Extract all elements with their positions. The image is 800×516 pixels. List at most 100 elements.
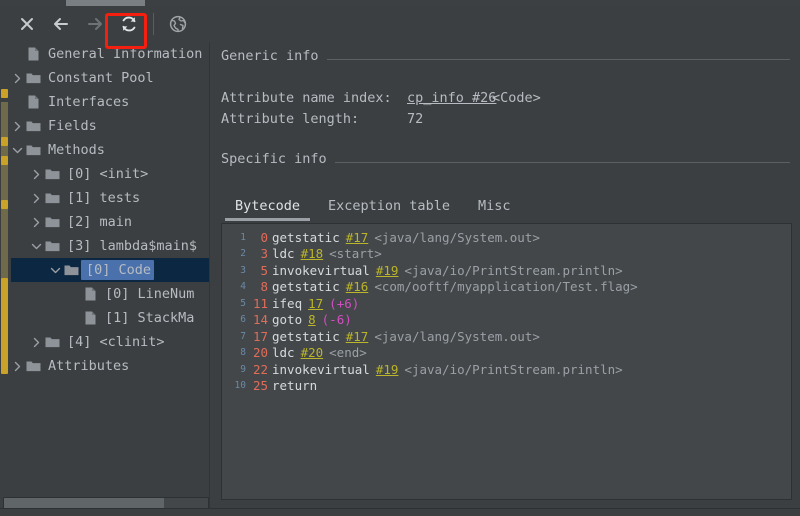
bytecode-line: 5 11 ifeq 17 (+6) <box>224 295 791 312</box>
bytecode-offset: 14 <box>252 312 268 328</box>
tree-item-general-information[interactable]: General Information <box>11 42 209 66</box>
panel-splitter[interactable] <box>209 42 210 509</box>
bytecode-descriptor: <java/lang/System.out> <box>374 328 540 344</box>
folder-icon <box>43 330 62 354</box>
folder-icon <box>24 114 43 138</box>
bytecode-line: 1 0 getstatic #17 <java/lang/System.out> <box>224 229 791 246</box>
generic-info-section-header: Generic info <box>214 48 800 70</box>
bytecode-line: 6 14 goto 8 (-6) <box>224 312 791 329</box>
bytecode-offset: 0 <box>260 229 268 245</box>
tree-item-fields[interactable]: Fields <box>11 114 209 138</box>
bytecode-descriptor: <java/io/PrintStream.println> <box>404 361 623 377</box>
attribute-length-value: 72 <box>407 111 424 127</box>
tree-item-label-wrap: Attributes <box>43 356 132 376</box>
tree-item-label-wrap: Constant Pool <box>43 68 157 88</box>
tab-misc[interactable]: Misc <box>464 191 525 221</box>
bytecode-line: 7 17 getstatic #17 <java/lang/System.out> <box>224 328 791 345</box>
tree-expander-empty <box>68 282 81 306</box>
tree-expander-empty <box>11 90 24 114</box>
attribute-detail-panel: Generic info Attribute name index: cp_in… <box>214 42 800 508</box>
bytecode-reference-link[interactable]: #16 <box>346 279 369 294</box>
folder-icon <box>43 210 62 234</box>
classfile-viewer-window: General Information Constant Pool Interfac… <box>0 0 800 516</box>
attribute-name-index-row: Attribute name index: cp_info #26 <Code> <box>214 90 800 111</box>
attribute-length-label: Attribute length: <box>221 111 360 127</box>
chevron-down-icon[interactable] <box>11 138 24 162</box>
bytecode-line-number: 7 <box>240 330 246 342</box>
folder-icon <box>24 354 43 378</box>
bytecode-descriptor: <java/io/PrintStream.println> <box>404 262 623 278</box>
globe-icon[interactable] <box>161 9 195 39</box>
tree-item-1-stackma[interactable]: [1] StackMa <box>11 306 209 330</box>
file-icon <box>81 282 100 306</box>
folder-icon <box>43 162 62 186</box>
file-icon <box>24 42 43 66</box>
bytecode-jump-delta: (-6) <box>321 312 352 328</box>
bytecode-line-number: 2 <box>240 248 246 260</box>
bytecode-line-number: 10 <box>234 380 246 392</box>
tree-item-label: Interfaces <box>48 94 130 110</box>
chevron-right-icon[interactable] <box>11 66 24 90</box>
tree-item-label: General Information <box>48 46 203 62</box>
reload-icon[interactable] <box>112 9 146 39</box>
bytecode-reference-link[interactable]: #19 <box>376 362 399 377</box>
classfile-tree[interactable]: General Information Constant Pool Interfac… <box>11 42 209 497</box>
tree-item-label: [1] StackMa <box>105 310 195 326</box>
bytecode-listing[interactable]: 1 0 getstatic #17 <java/lang/System.out> 2 3 ld… <box>221 223 792 500</box>
tree-marker-gutter[interactable] <box>0 42 11 497</box>
bytecode-descriptor: <java/lang/System.out> <box>374 229 540 245</box>
tree-item-methods[interactable]: Methods <box>11 138 209 162</box>
folder-icon <box>43 186 62 210</box>
tree-item-label: [0] Code <box>86 262 152 278</box>
bytecode-offset: 17 <box>252 328 268 344</box>
toolbar <box>0 6 800 49</box>
chevron-down-icon[interactable] <box>49 258 62 282</box>
bytecode-reference-link[interactable]: #17 <box>346 329 369 344</box>
tree-item-3-lambda-main[interactable]: [3] lambda$main$ <box>11 234 209 258</box>
bytecode-reference-link[interactable]: 17 <box>308 296 323 311</box>
tab-exception-table[interactable]: Exception table <box>314 191 464 221</box>
chevron-right-icon[interactable] <box>30 162 43 186</box>
specific-info-title: Specific info <box>221 151 335 167</box>
tree-item-0-init[interactable]: [0] <init> <box>11 162 209 186</box>
tree-item-label: Constant Pool <box>48 70 154 86</box>
detail-tabs[interactable]: Bytecode Exception table Misc <box>221 189 524 221</box>
tree-item-0-linenum[interactable]: [0] LineNum <box>11 282 209 306</box>
tree-item-label-wrap: Interfaces <box>43 92 132 112</box>
tree-item-0-code[interactable]: [0] Code <box>11 258 209 282</box>
bytecode-reference-link[interactable]: #20 <box>301 345 324 360</box>
tree-item-2-main[interactable]: [2] main <box>11 210 209 234</box>
back-arrow-icon[interactable] <box>44 9 78 39</box>
bytecode-line: 8 20 ldc #20 <end> <box>224 345 791 362</box>
chevron-right-icon[interactable] <box>30 186 43 210</box>
tree-item-label: [4] <clinit> <box>67 334 165 350</box>
chevron-right-icon[interactable] <box>30 210 43 234</box>
bytecode-reference-link[interactable]: #19 <box>376 263 399 278</box>
forward-arrow-icon[interactable] <box>78 9 112 39</box>
bytecode-offset: 25 <box>252 378 268 394</box>
bytecode-reference-link[interactable]: 8 <box>308 312 316 327</box>
bytecode-reference-link[interactable]: #17 <box>346 230 369 245</box>
close-icon[interactable] <box>10 9 44 39</box>
toolbar-separator <box>153 13 154 35</box>
bytecode-opcode: invokevirtual <box>272 262 370 278</box>
bytecode-reference-link[interactable]: #18 <box>301 246 324 261</box>
folder-icon <box>24 138 43 162</box>
chevron-right-icon[interactable] <box>11 114 24 138</box>
chevron-right-icon[interactable] <box>30 330 43 354</box>
cp-info-link[interactable]: cp_info #26 <box>407 90 496 106</box>
tree-item-4-clinit[interactable]: [4] <clinit> <box>11 330 209 354</box>
chevron-down-icon[interactable] <box>30 234 43 258</box>
bytecode-offset: 8 <box>260 279 268 295</box>
tree-item-interfaces[interactable]: Interfaces <box>11 90 209 114</box>
tree-item-1-tests[interactable]: [1] tests <box>11 186 209 210</box>
tab-bytecode[interactable]: Bytecode <box>221 191 314 221</box>
bytecode-line-number: 8 <box>240 347 246 359</box>
tree-hscrollbar-thumb[interactable] <box>4 498 164 508</box>
tree-item-constant-pool[interactable]: Constant Pool <box>11 66 209 90</box>
file-icon <box>24 90 43 114</box>
chevron-right-icon[interactable] <box>11 354 24 378</box>
bytecode-offset: 22 <box>252 361 268 377</box>
tree-item-attributes[interactable]: Attributes <box>11 354 209 378</box>
tree-item-label: [1] tests <box>67 190 141 206</box>
